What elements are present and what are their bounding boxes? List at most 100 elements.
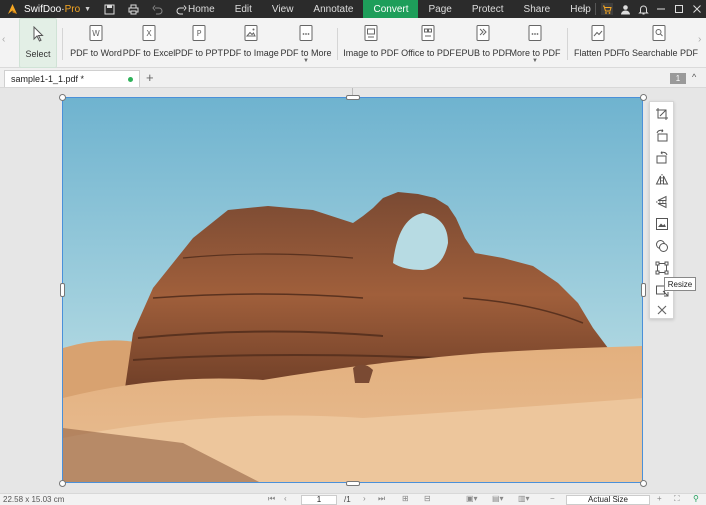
app-menu-dropdown[interactable]: ▼ <box>84 6 91 13</box>
two-page-view-icon[interactable]: ▥▾ <box>518 494 530 503</box>
more-to-pdf-button[interactable]: More to PDF ▼ <box>510 18 561 68</box>
rotate-left-icon[interactable] <box>654 128 670 144</box>
resize-handle-top[interactable] <box>346 95 360 100</box>
document-tab-bar: sample1-1_1.pdf * + 1 ^ <box>0 68 706 88</box>
crop-icon[interactable] <box>654 106 670 122</box>
close-toolbar-icon[interactable] <box>654 302 670 318</box>
resize-handle-left[interactable] <box>60 283 65 297</box>
add-tab-button[interactable]: + <box>146 70 154 85</box>
ribbon-scroll-right-icon[interactable]: › <box>698 34 701 45</box>
pdf-to-word-label: PDF to Word <box>70 48 122 58</box>
pdf-to-ppt-icon: P <box>190 24 208 42</box>
page-size-readout: 22.58 x 15.03 cm <box>3 495 65 504</box>
menu-scroll-right-icon[interactable]: › <box>575 0 593 18</box>
flatten-pdf-button[interactable]: Flatten PDF <box>574 18 622 68</box>
zoom-level-select[interactable]: Actual Size <box>566 495 650 505</box>
select-label: Select <box>25 49 51 59</box>
page-count-badge: 1 <box>670 73 686 84</box>
resize-handle-top-left[interactable] <box>59 94 66 101</box>
separator <box>595 3 596 15</box>
menu-view[interactable]: View <box>262 0 304 18</box>
menu-convert[interactable]: Convert <box>363 0 419 18</box>
save-icon[interactable] <box>103 3 115 15</box>
menu-edit[interactable]: Edit <box>225 0 262 18</box>
pdf-to-more-button[interactable]: PDF to More ▼ <box>281 18 332 68</box>
zoom-out-icon[interactable]: − <box>550 494 555 503</box>
fullscreen-icon[interactable]: ⛶ <box>674 494 680 504</box>
document-tab-title: sample1-1_1.pdf * <box>11 74 85 84</box>
previous-page-icon[interactable]: ‹ <box>284 494 287 503</box>
resize-handle-right[interactable] <box>641 283 646 297</box>
rotate-right-icon[interactable] <box>654 150 670 166</box>
menu-annotate[interactable]: Annotate <box>303 0 363 18</box>
fit-width-icon[interactable]: ⊟ <box>424 494 431 503</box>
office-to-pdf-button[interactable]: Office to PDF <box>401 18 455 68</box>
office-to-pdf-icon <box>419 24 437 42</box>
document-canvas[interactable] <box>0 88 706 493</box>
svg-text:W: W <box>92 29 100 38</box>
pdf-to-word-icon: W <box>87 24 105 42</box>
pdf-to-word-button[interactable]: W PDF to Word <box>70 18 122 68</box>
close-window-icon[interactable] <box>688 0 706 18</box>
pdf-to-more-icon <box>297 24 315 42</box>
flip-horizontal-icon[interactable] <box>654 172 670 188</box>
image-to-pdf-button[interactable]: Image to PDF <box>343 18 399 68</box>
replace-image-icon[interactable] <box>654 216 670 232</box>
quick-access-toolbar <box>103 3 187 15</box>
select-button[interactable]: Select <box>19 18 57 68</box>
resize-handle-bottom-right[interactable] <box>640 480 647 487</box>
flatten-pdf-icon <box>589 24 607 42</box>
ribbon-divider <box>337 28 338 60</box>
last-page-icon[interactable]: ⏭ <box>378 494 385 504</box>
epub-to-pdf-button[interactable]: EPUB to PDF <box>455 18 511 68</box>
to-searchable-pdf-label: To Searchable PDF <box>619 48 699 58</box>
resize-frame-icon[interactable] <box>654 260 670 276</box>
first-page-icon[interactable]: ⏮ <box>268 494 275 504</box>
ribbon-scroll-left-icon[interactable]: ‹ <box>2 34 5 45</box>
epub-to-pdf-label: EPUB to PDF <box>455 48 511 58</box>
pin-icon[interactable]: ⚲ <box>693 494 699 503</box>
resize-handle-top-right[interactable] <box>640 94 647 101</box>
unsaved-indicator-icon <box>128 77 133 82</box>
epub-to-pdf-icon <box>474 24 492 42</box>
pdf-to-image-button[interactable]: PDF to Image <box>223 18 279 68</box>
fit-page-icon[interactable]: ⊞ <box>402 494 409 503</box>
scroll-mode-icon[interactable]: ▤▾ <box>492 494 504 503</box>
zoom-in-icon[interactable]: + <box>657 494 662 503</box>
layer-order-icon[interactable] <box>654 238 670 254</box>
pdf-to-ppt-button[interactable]: P PDF to PPT <box>175 18 224 68</box>
menu-page[interactable]: Page <box>418 0 461 18</box>
svg-text:X: X <box>146 29 152 38</box>
maximize-icon[interactable] <box>670 0 688 18</box>
notification-bell-icon[interactable] <box>634 0 652 18</box>
document-tab[interactable]: sample1-1_1.pdf * <box>4 70 140 87</box>
resize-handle-bottom[interactable] <box>346 481 360 486</box>
resize-handle-bottom-left[interactable] <box>59 480 66 487</box>
pdf-to-excel-button[interactable]: X PDF to Excel <box>122 18 176 68</box>
user-account-icon[interactable] <box>616 0 634 18</box>
convert-ribbon: ‹ Select W PDF to Word X PDF to Excel P … <box>0 18 706 68</box>
selected-image[interactable] <box>62 97 643 483</box>
pdf-to-excel-icon: X <box>140 24 158 42</box>
next-page-icon[interactable]: › <box>363 494 366 503</box>
print-icon[interactable] <box>127 3 139 15</box>
ribbon-divider <box>62 28 63 60</box>
pdf-to-image-icon <box>242 24 260 42</box>
single-page-view-icon[interactable]: ▣▾ <box>466 494 478 503</box>
ribbon-divider <box>567 28 568 60</box>
undo-icon[interactable] <box>151 3 163 15</box>
pdf-to-excel-label: PDF to Excel <box>122 48 176 58</box>
menu-home[interactable]: Home <box>178 0 225 18</box>
cart-icon[interactable] <box>598 0 616 18</box>
minimize-icon[interactable] <box>652 0 670 18</box>
pdf-to-ppt-label: PDF to PPT <box>175 48 224 58</box>
menu-share[interactable]: Share <box>514 0 561 18</box>
pdf-to-more-caret-icon: ▼ <box>303 58 309 64</box>
flip-vertical-icon[interactable] <box>654 194 670 210</box>
image-to-pdf-icon <box>362 24 380 42</box>
to-searchable-pdf-button[interactable]: To Searchable PDF <box>620 18 698 68</box>
resize-tooltip: Resize <box>664 277 696 291</box>
collapse-ribbon-icon[interactable]: ^ <box>692 72 696 82</box>
menu-protect[interactable]: Protect <box>462 0 514 18</box>
page-number-input[interactable]: 1 <box>301 495 337 505</box>
